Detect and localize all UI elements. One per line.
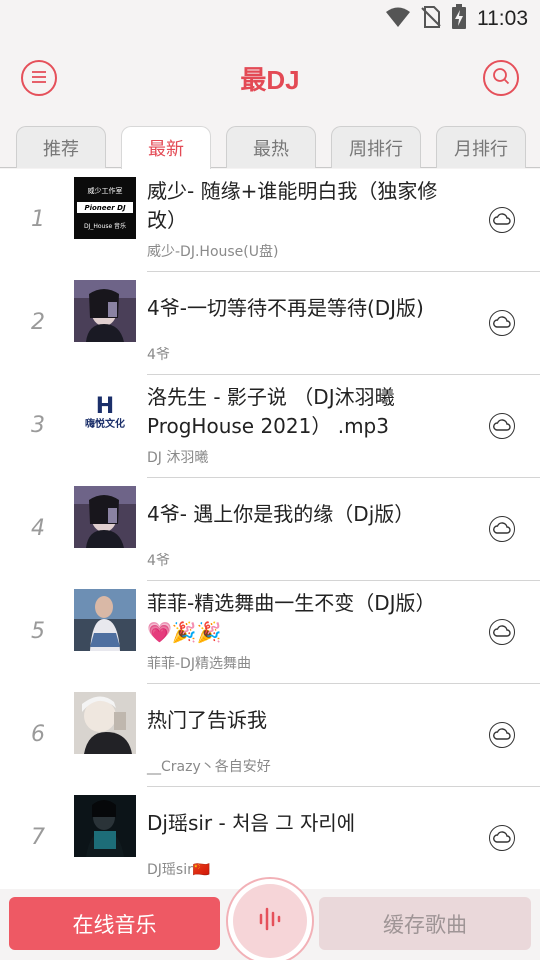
song-title: 4爷- 遇上你是我的缘（Dj版）: [147, 502, 415, 526]
tab-monthly-ranking[interactable]: 月排行: [436, 126, 526, 168]
song-artist-text: DJ瑶sir: [147, 862, 193, 878]
song-row[interactable]: 1 威少工作室 Pioneer DJ DJ_House 音乐 威少- 随缘+谁能…: [0, 169, 540, 272]
song-rank: 4: [31, 516, 45, 541]
cover-brand-text: Pioneer DJ: [84, 204, 126, 212]
song-artist: DJ 沐羽曦: [147, 450, 209, 466]
tab-recommend[interactable]: 推荐: [16, 126, 106, 168]
category-tabs: 推荐 最新 最热 周排行 月排行: [0, 112, 540, 169]
cached-songs-button[interactable]: 缓存歌曲: [319, 897, 531, 950]
battery-charging-icon: [451, 4, 467, 34]
album-cover: 威少工作室 Pioneer DJ DJ_House 音乐: [74, 177, 136, 239]
song-artist: 4爷: [147, 553, 170, 569]
status-bar: 11:03: [0, 0, 540, 40]
tab-newest[interactable]: 最新: [121, 126, 211, 169]
song-rank: 7: [31, 825, 45, 850]
song-title-emoji: 💗🎉🎉: [147, 620, 222, 644]
tab-weekly-ranking[interactable]: 周排行: [331, 126, 421, 168]
song-row[interactable]: 7 Dj瑶sir - 처음 그 자리에 DJ瑶sir🇨🇳: [0, 787, 540, 889]
song-artist: DJ瑶sir🇨🇳: [147, 859, 210, 879]
song-title: 洛先生 - 影子说 （DJ沐羽曦 ProgHouse 2021） .mp3: [147, 385, 395, 438]
cover-logo-text: 嗨悦文化: [85, 417, 125, 430]
tab-hottest[interactable]: 最热: [226, 126, 316, 168]
song-title-text: 菲菲-精选舞曲一生不变（DJ版）: [147, 591, 436, 615]
album-cover: [74, 589, 136, 651]
download-button[interactable]: [489, 825, 515, 851]
album-cover: H 嗨悦文化: [74, 383, 136, 445]
song-title: 4爷-一切等待不再是等待(DJ版): [147, 296, 424, 320]
download-button[interactable]: [489, 413, 515, 439]
cloud-download-icon: [493, 520, 511, 539]
song-row[interactable]: 5 菲菲-精选舞曲一生不变（DJ版） 💗🎉🎉 菲菲-DJ精选舞曲: [0, 581, 540, 684]
status-time: 11:03: [477, 7, 528, 30]
download-button[interactable]: [489, 722, 515, 748]
album-cover: [74, 795, 136, 857]
song-rank: 2: [31, 310, 45, 335]
song-artist: __Crazy丶各自安好: [147, 759, 271, 775]
song-row[interactable]: 3 H 嗨悦文化 洛先生 - 影子说 （DJ沐羽曦 ProgHouse 2021…: [0, 375, 540, 478]
play-center-inner: [233, 884, 307, 958]
play-center-button[interactable]: [226, 877, 314, 960]
cover-studio-text: 威少工作室: [88, 186, 123, 195]
cloud-download-icon: [493, 211, 511, 230]
song-list: 1 威少工作室 Pioneer DJ DJ_House 音乐 威少- 随缘+谁能…: [0, 169, 540, 889]
wifi-icon: [385, 6, 411, 32]
cover-label-text: DJ_House 音乐: [84, 222, 126, 230]
song-row[interactable]: 2 4爷-一切等待不再是等待(DJ版) 4爷: [0, 272, 540, 375]
cloud-download-icon: [493, 417, 511, 436]
app-header: 最DJ: [0, 40, 540, 112]
download-button[interactable]: [489, 207, 515, 233]
song-artist: 菲菲-DJ精选舞曲: [147, 656, 251, 672]
cloud-download-icon: [493, 623, 511, 642]
status-icons: 11:03: [385, 4, 528, 34]
song-rank: 3: [31, 413, 45, 438]
song-rank: 6: [31, 722, 45, 747]
song-artist: 威少-DJ.House(U盘): [147, 244, 279, 260]
download-button[interactable]: [489, 310, 515, 336]
song-row[interactable]: 6 热门了告诉我 __Crazy丶各自安好: [0, 684, 540, 787]
album-cover: [74, 486, 136, 548]
song-row[interactable]: 4 4爷- 遇上你是我的缘（Dj版） 4爷: [0, 478, 540, 581]
cloud-download-icon: [493, 726, 511, 745]
bottom-bar: 在线音乐 缓存歌曲: [0, 877, 540, 960]
cloud-download-icon: [493, 829, 511, 848]
no-sim-icon: [421, 5, 441, 33]
song-title: 菲菲-精选舞曲一生不变（DJ版） 💗🎉🎉: [147, 589, 467, 647]
album-cover: [74, 692, 136, 754]
page-title: 最DJ: [240, 65, 300, 95]
album-cover: [74, 280, 136, 342]
search-icon: [492, 67, 510, 89]
flag-emoji: 🇨🇳: [192, 862, 211, 878]
song-title: Dj瑶sir - 처음 그 자리에: [147, 811, 356, 835]
online-music-button[interactable]: 在线音乐: [9, 897, 220, 950]
song-rank: 1: [31, 207, 45, 232]
song-title: 威少- 随缘+谁能明白我（独家修改）: [147, 179, 438, 232]
download-button[interactable]: [489, 516, 515, 542]
cover-logo-letter: H: [96, 394, 114, 419]
song-title: 热门了告诉我: [147, 708, 267, 732]
download-button[interactable]: [489, 619, 515, 645]
song-rank: 5: [31, 619, 45, 644]
search-button[interactable]: [483, 60, 519, 96]
cloud-download-icon: [493, 314, 511, 333]
sound-wave-icon: [258, 906, 282, 936]
song-artist: 4爷: [147, 347, 170, 363]
